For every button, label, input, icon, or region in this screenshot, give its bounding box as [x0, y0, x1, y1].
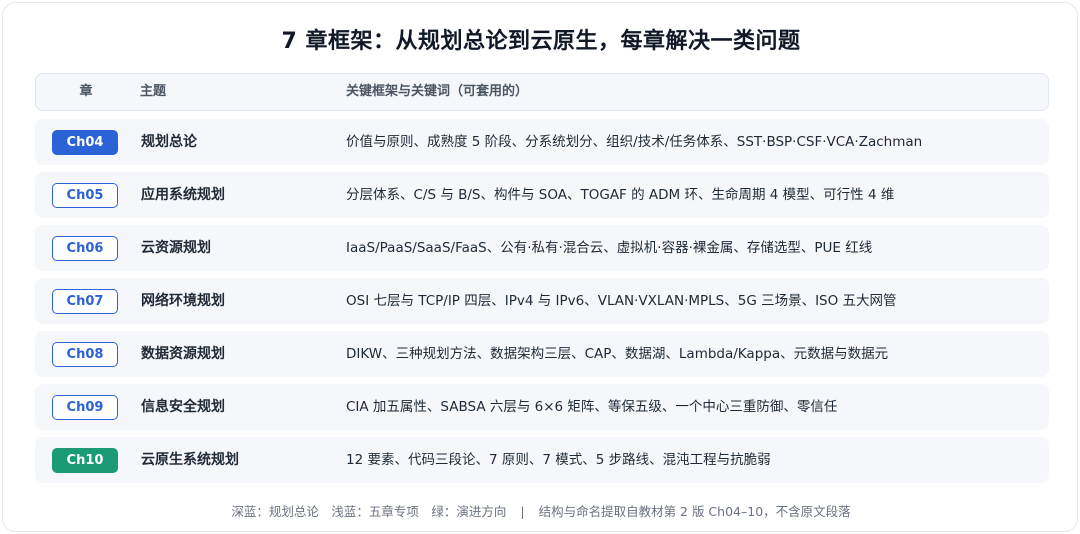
table-header: 章 主题 关键框架与关键词（可套用的）: [35, 73, 1049, 111]
header-topic: 主题: [140, 84, 167, 99]
chapter-badge: Ch08: [52, 342, 118, 367]
chapter-badge: Ch09: [52, 395, 118, 420]
row-topic: 信息安全规划: [141, 399, 225, 415]
table-row-ch04: Ch04 规划总论 价值与原则、成熟度 5 阶段、分系统划分、组织/技术/任务体…: [35, 119, 1049, 165]
header-keywords: 关键框架与关键词（可套用的）: [346, 84, 529, 99]
footer-legend: 深蓝：规划总论 浅蓝：五章专项 绿：演进方向: [231, 504, 507, 519]
framework-card: 7 章框架：从规划总论到云原生，每章解决一类问题 章 主题 关键框架与关键词（可…: [2, 2, 1078, 532]
footer-note: 深蓝：规划总论 浅蓝：五章专项 绿：演进方向 | 结构与命名提取自教材第 2 版 C…: [3, 501, 1079, 520]
chapter-badge: Ch06: [52, 236, 118, 261]
chapter-badge: Ch05: [52, 183, 118, 208]
row-keywords: CIA 加五属性、SABSA 六层与 6×6 矩阵、等保五级、一个中心三重防御、…: [346, 399, 838, 415]
row-topic: 网络环境规划: [141, 293, 225, 309]
table-row-ch08: Ch08 数据资源规划 DIKW、三种规划方法、数据架构三层、CAP、数据湖、L…: [35, 331, 1049, 377]
row-keywords: 价值与原则、成熟度 5 阶段、分系统划分、组织/技术/任务体系、SST·BSP·…: [346, 134, 923, 150]
footer-source: 结构与命名提取自教材第 2 版 Ch04–10，不含原文段落: [538, 504, 851, 519]
row-topic: 规划总论: [141, 134, 197, 150]
table-row-ch10: Ch10 云原生系统规划 12 要素、代码三段论、7 原则、7 模式、5 步路线…: [35, 437, 1049, 483]
row-topic: 数据资源规划: [141, 346, 225, 362]
row-keywords: 12 要素、代码三段论、7 原则、7 模式、5 步路线、混沌工程与抗脆弱: [346, 452, 771, 468]
page-title: 7 章框架：从规划总论到云原生，每章解决一类问题: [281, 29, 801, 54]
header-chapter: 章: [79, 84, 93, 99]
chapter-badge: Ch10: [52, 448, 118, 473]
row-keywords: DIKW、三种规划方法、数据架构三层、CAP、数据湖、Lambda/Kappa、…: [346, 346, 889, 362]
footer-separator: |: [520, 504, 525, 519]
row-topic: 云原生系统规划: [141, 452, 239, 468]
row-keywords: IaaS/PaaS/SaaS/FaaS、公有·私有·混合云、虚拟机·容器·裸金属…: [346, 240, 873, 256]
row-keywords: 分层体系、C/S 与 B/S、构件与 SOA、TOGAF 的 ADM 环、生命周…: [346, 187, 895, 203]
table-row-ch09: Ch09 信息安全规划 CIA 加五属性、SABSA 六层与 6×6 矩阵、等保…: [35, 384, 1049, 430]
row-keywords: OSI 七层与 TCP/IP 四层、IPv4 与 IPv6、VLAN·VXLAN…: [346, 293, 897, 309]
table-row-ch05: Ch05 应用系统规划 分层体系、C/S 与 B/S、构件与 SOA、TOGAF…: [35, 172, 1049, 218]
row-topic: 应用系统规划: [141, 187, 225, 203]
chapter-badge: Ch07: [52, 289, 118, 314]
chapter-badge: Ch04: [52, 130, 118, 155]
table-row-ch06: Ch06 云资源规划 IaaS/PaaS/SaaS/FaaS、公有·私有·混合云…: [35, 225, 1049, 271]
table-row-ch07: Ch07 网络环境规划 OSI 七层与 TCP/IP 四层、IPv4 与 IPv…: [35, 278, 1049, 324]
row-topic: 云资源规划: [141, 240, 211, 256]
